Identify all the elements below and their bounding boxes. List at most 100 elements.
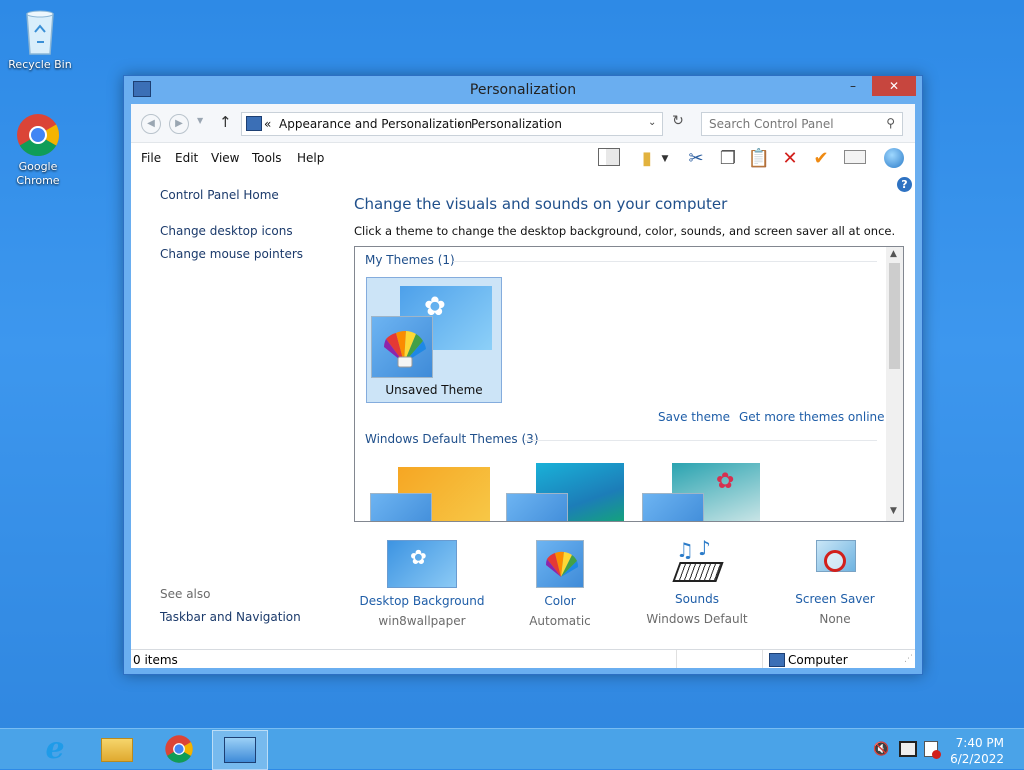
paste-icon[interactable]: 📋	[746, 148, 772, 170]
theme-list[interactable]: My Themes (1) ✿ Unsaved Theme Save theme…	[354, 246, 904, 522]
title-bar[interactable]: Personalization – □ ✕	[124, 76, 922, 104]
refresh-icon[interactable]: ↻	[668, 113, 688, 133]
volume-muted-icon[interactable]: 🔇	[873, 742, 889, 757]
desktop-icon-chrome[interactable]: Google Chrome	[0, 112, 76, 188]
no-entry-icon	[824, 550, 846, 572]
recycle-bin-icon	[23, 8, 57, 56]
change-desktop-icons-link[interactable]: Change desktop icons	[160, 224, 293, 238]
delete-icon[interactable]: ✕	[777, 148, 803, 170]
unsaved-theme-label: Unsaved Theme	[385, 383, 483, 397]
breadcrumb-separator[interactable]: ›	[457, 117, 462, 131]
desktop-icon-recycle-bin[interactable]: Recycle Bin	[2, 8, 78, 72]
status-divider	[762, 650, 763, 668]
copy-icon[interactable]: ❐	[715, 148, 741, 170]
system-clock[interactable]: 7:40 PM 6/2/2022	[950, 735, 1004, 767]
address-bar[interactable]: « Appearance and Personalization › Perso…	[241, 112, 663, 136]
group-divider	[525, 440, 877, 441]
group-divider	[453, 261, 877, 262]
color-fan-icon	[370, 493, 432, 521]
menu-tools[interactable]: Tools	[252, 151, 282, 165]
vertical-scrollbar[interactable]: ▲ ▼	[886, 247, 903, 521]
sounds-icon: ♫ ♪	[672, 536, 724, 586]
taskbar-control-panel[interactable]	[212, 730, 268, 770]
scroll-up-icon[interactable]: ▲	[890, 249, 897, 259]
up-button[interactable]: ↑	[219, 113, 232, 131]
sounds-value: Windows Default	[646, 612, 748, 626]
action-center-icon[interactable]	[924, 741, 941, 759]
chrome-icon	[15, 112, 61, 158]
screen-saver-value: None	[819, 612, 851, 626]
folder-options-icon[interactable]: ▮	[634, 148, 660, 170]
network-icon[interactable]	[899, 741, 917, 757]
sounds-label[interactable]: Sounds	[627, 592, 767, 606]
address-computer-icon	[246, 116, 262, 131]
music-note-icon: ♫	[676, 538, 694, 562]
recent-locations-icon[interactable]: ▼	[197, 116, 203, 125]
properties-check-icon[interactable]: ✔	[808, 148, 834, 170]
save-theme-link[interactable]: Save theme	[658, 410, 730, 424]
get-more-themes-link[interactable]: Get more themes online	[739, 410, 885, 424]
color-label[interactable]: Color	[490, 594, 630, 608]
close-button[interactable]: ✕	[872, 76, 916, 96]
taskbar: e 🔇 7:40 PM 6/2/2022	[0, 728, 1024, 770]
control-panel-home-link[interactable]: Control Panel Home	[160, 188, 279, 202]
window-title: Personalization	[469, 82, 577, 98]
flower-icon: ✿	[716, 469, 735, 494]
scrollbar-thumb[interactable]	[889, 263, 900, 369]
menu-file[interactable]: File	[141, 151, 161, 165]
color-value: Automatic	[529, 614, 591, 628]
theme-thumbnail-lines-and-colors[interactable]	[506, 461, 628, 521]
personalization-window: Personalization – □ ✕ ◀ ▶ ▼ ↑ « Appearan…	[123, 75, 923, 675]
desktop-background-label[interactable]: Desktop Background	[352, 594, 492, 608]
internet-globe-icon[interactable]	[881, 148, 907, 170]
screen-saver-label[interactable]: Screen Saver	[765, 592, 905, 606]
menu-edit[interactable]: Edit	[175, 151, 198, 165]
breadcrumb-appearance[interactable]: Appearance and Personalization	[279, 117, 472, 131]
forward-button[interactable]: ▶	[169, 114, 189, 134]
dropdown-icon[interactable]: ▼	[658, 148, 672, 170]
theme-thumbnail-flowers[interactable]: ✿	[642, 461, 764, 521]
default-themes-header: Windows Default Themes (3)	[365, 432, 539, 446]
screen-saver-icon	[812, 540, 858, 586]
screen-saver-setting[interactable]: Screen Saver None	[765, 540, 905, 626]
taskbar-internet-explorer[interactable]: e	[28, 730, 82, 768]
search-box[interactable]: Search Control Panel ⚲	[701, 112, 903, 136]
taskbar-chrome[interactable]	[152, 730, 206, 768]
theme-thumbnail-windows[interactable]	[370, 465, 492, 521]
scroll-down-icon[interactable]: ▼	[890, 506, 897, 516]
rename-icon[interactable]	[842, 148, 868, 170]
color-fan-icon	[536, 540, 584, 588]
minimize-button[interactable]: –	[840, 76, 866, 96]
status-bar: 0 items Computer ⋰	[131, 649, 915, 668]
menu-help[interactable]: Help	[297, 151, 324, 165]
breadcrumb-personalization[interactable]: Personalization	[471, 117, 562, 131]
item-count: 0 items	[133, 653, 178, 667]
back-button[interactable]: ◀	[141, 114, 161, 134]
color-fan-icon	[371, 316, 433, 378]
change-mouse-pointers-link[interactable]: Change mouse pointers	[160, 247, 303, 261]
menu-bar: File Edit View Tools Help ▮ ▼ ✂ ❐ 📋 ✕ ✔ …	[131, 143, 915, 192]
search-input[interactable]: Search Control Panel	[709, 117, 834, 131]
flower-icon: ✿	[410, 545, 427, 569]
search-icon[interactable]: ⚲	[886, 116, 895, 130]
layout-icon[interactable]	[596, 148, 622, 170]
clock-time: 7:40 PM	[955, 736, 1004, 750]
navigation-bar: ◀ ▶ ▼ ↑ « Appearance and Personalization…	[131, 104, 915, 143]
desktop-background-setting[interactable]: ✿ Desktop Background win8wallpaper	[352, 540, 492, 628]
sounds-setting[interactable]: ♫ ♪ Sounds Windows Default	[627, 536, 767, 626]
taskbar-navigation-link[interactable]: Taskbar and Navigation	[160, 610, 301, 624]
cut-icon[interactable]: ✂	[683, 148, 709, 170]
chevron-down-icon[interactable]: ⌄	[648, 117, 656, 128]
menu-view[interactable]: View	[211, 151, 239, 165]
window-client: ◀ ▶ ▼ ↑ « Appearance and Personalization…	[131, 104, 915, 668]
help-icon[interactable]: ?	[897, 177, 912, 192]
desktop-icon-label: Google Chrome	[16, 160, 60, 187]
page-subtitle: Click a theme to change the desktop back…	[354, 224, 896, 238]
unsaved-theme-tile[interactable]: ✿ Unsaved Theme	[366, 277, 502, 403]
taskbar-file-explorer[interactable]	[90, 730, 144, 768]
desktop-background-value: win8wallpaper	[378, 614, 466, 628]
color-setting[interactable]: Color Automatic	[490, 540, 630, 628]
address-overflow[interactable]: «	[264, 117, 271, 131]
status-location: Computer	[788, 653, 848, 667]
resize-grip-icon[interactable]: ⋰	[904, 654, 913, 664]
